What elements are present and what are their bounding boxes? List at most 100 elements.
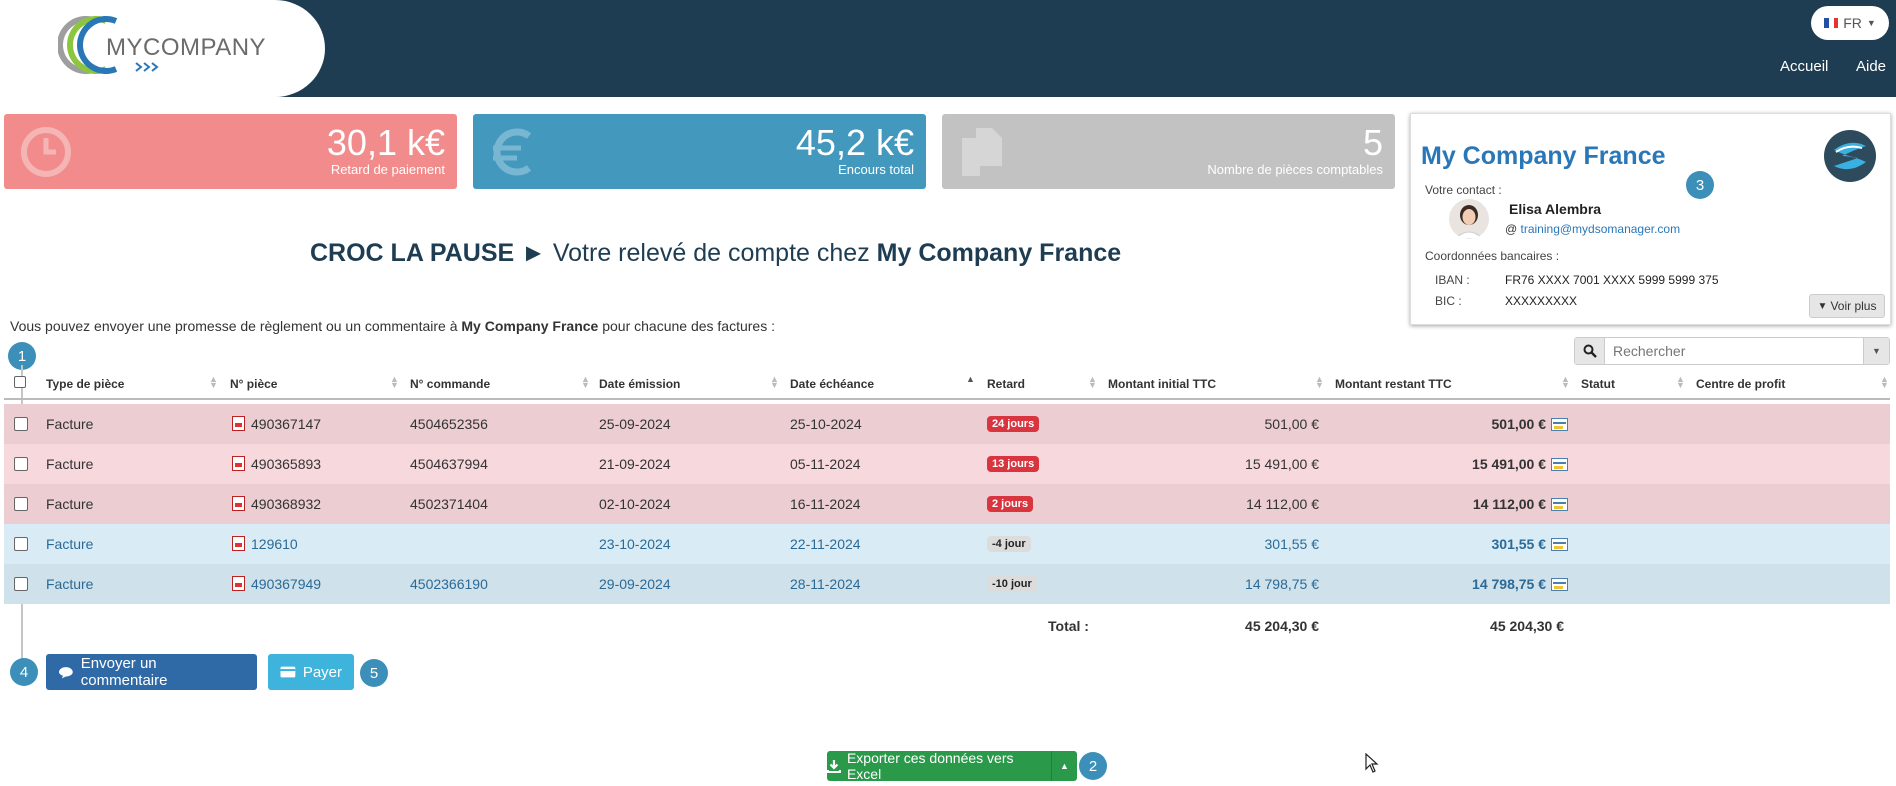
export-excel-button[interactable]: Exporter ces données vers Excel ▲ <box>827 750 1077 782</box>
sort-icon[interactable]: ▲ ▼ <box>770 375 779 390</box>
bic-value: XXXXXXXXX <box>1505 294 1578 308</box>
credit-card-icon[interactable] <box>1551 498 1568 511</box>
send-comment-label: Envoyer un commentaire <box>80 655 168 689</box>
piece-number[interactable]: 490365893 <box>251 456 321 472</box>
language-selector[interactable]: FR ▼ <box>1811 6 1889 40</box>
language-label: FR <box>1843 15 1862 31</box>
cell-piece[interactable]: 490368932 <box>232 496 321 512</box>
montant-restant: 14 112,00 € <box>1472 496 1546 512</box>
col-montant-initial[interactable]: Montant initial TTC <box>1108 377 1216 391</box>
col-date-emission[interactable]: Date émission <box>599 377 680 391</box>
nav-aide[interactable]: Aide <box>1856 58 1886 75</box>
cell-date-emission: 29-09-2024 <box>599 576 671 592</box>
cell-montant-initial: 14 112,00 € <box>1246 496 1319 512</box>
pdf-icon[interactable] <box>232 536 245 551</box>
cell-type: Facture <box>46 456 94 472</box>
cell-date-echeance: 16-11-2024 <box>790 496 861 512</box>
cell-piece[interactable]: 129610 <box>232 536 298 552</box>
row-checkbox[interactable] <box>14 417 28 431</box>
export-dropdown-caret-icon[interactable]: ▲ <box>1051 751 1077 781</box>
search-input[interactable] <box>1605 338 1863 364</box>
voir-plus-button[interactable]: ▼ Voir plus <box>1809 294 1885 318</box>
export-main[interactable]: Exporter ces données vers Excel <box>827 750 1051 782</box>
row-checkbox[interactable] <box>14 457 28 471</box>
sort-icon[interactable]: ▲ ▼ <box>581 375 590 390</box>
montant-restant: 301,55 € <box>1491 536 1547 552</box>
col-montant-restant[interactable]: Montant restant TTC <box>1335 377 1452 391</box>
logo-area[interactable]: MYCOMPANY <box>0 0 325 97</box>
company-name: My Company France <box>1421 142 1666 170</box>
pdf-icon[interactable] <box>232 576 245 591</box>
kpi-label: Nombre de pièces comptables <box>1207 162 1383 177</box>
row-checkbox[interactable] <box>14 577 28 591</box>
cell-piece[interactable]: 490367949 <box>232 576 321 592</box>
total-label: Total : <box>1048 618 1089 634</box>
credit-card-icon[interactable] <box>1551 538 1568 551</box>
credit-card-icon[interactable] <box>1551 458 1568 471</box>
sort-icon[interactable]: ▲ ▼ <box>209 375 218 390</box>
col-date-echeance[interactable]: Date échéance <box>790 377 874 391</box>
cell-date-echeance: 22-11-2024 <box>790 536 861 552</box>
credit-card-icon[interactable] <box>1551 418 1568 431</box>
cell-piece[interactable]: 490365893 <box>232 456 321 472</box>
kpi-value: 45,2 k€ <box>795 122 914 163</box>
documents-icon <box>962 128 1002 176</box>
table-row[interactable]: Facture 490367147 4504652356 25-09-2024 … <box>4 404 1890 444</box>
send-comment-button[interactable]: Envoyer un commentaire <box>46 654 257 690</box>
contact-email-text[interactable]: training@mydsomanager.com <box>1521 222 1681 236</box>
clock-icon <box>21 127 71 177</box>
nav-accueil[interactable]: Accueil <box>1780 58 1828 75</box>
sort-icon[interactable]: ▲ ▼ <box>390 375 399 390</box>
search-dropdown-icon[interactable]: ▼ <box>1863 338 1889 364</box>
cell-montant-restant: 14 112,00 € <box>1334 496 1568 512</box>
col-centre-profit[interactable]: Centre de profit <box>1696 377 1785 391</box>
cell-date-emission: 25-09-2024 <box>599 416 671 432</box>
piece-number[interactable]: 490368932 <box>251 496 321 512</box>
table-row[interactable]: Facture 490368932 4502371404 02-10-2024 … <box>4 484 1890 524</box>
pdf-icon[interactable] <box>232 496 245 511</box>
col-commande[interactable]: N° commande <box>410 377 490 391</box>
row-checkbox[interactable] <box>14 537 28 551</box>
pdf-icon[interactable] <box>232 456 245 471</box>
cell-commande: 4504652356 <box>410 416 488 432</box>
sort-icon[interactable]: ▲ ▼ <box>1676 375 1685 390</box>
credit-card-icon[interactable] <box>1551 578 1568 591</box>
sort-asc-icon[interactable]: ▲ <box>966 375 975 384</box>
piece-number[interactable]: 490367147 <box>251 416 321 432</box>
cell-date-echeance: 28-11-2024 <box>790 576 861 592</box>
pay-button[interactable]: Payer <box>268 654 354 690</box>
search-box[interactable]: ▼ <box>1574 337 1890 365</box>
table-row[interactable]: Facture 129610 23-10-2024 22-11-2024 -4 … <box>4 524 1890 564</box>
cell-date-emission: 21-09-2024 <box>599 456 671 472</box>
search-icon[interactable] <box>1575 338 1605 364</box>
contact-email[interactable]: @ training@mydsomanager.com <box>1505 222 1680 236</box>
sort-icon[interactable]: ▲ ▼ <box>1561 375 1570 390</box>
col-statut[interactable]: Statut <box>1581 377 1615 391</box>
kpi-value: 30,1 k€ <box>326 122 445 163</box>
pdf-icon[interactable] <box>232 416 245 431</box>
col-retard[interactable]: Retard <box>987 377 1025 391</box>
sort-icon[interactable]: ▲ ▼ <box>1088 375 1097 390</box>
sort-icon[interactable]: ▲ ▼ <box>1315 375 1324 390</box>
cell-montant-initial: 14 798,75 € <box>1245 576 1319 592</box>
select-all-checkbox[interactable] <box>14 376 26 388</box>
retard-badge: -4 jour <box>987 536 1031 552</box>
col-type[interactable]: Type de pièce <box>46 377 124 391</box>
piece-number[interactable]: 129610 <box>251 536 298 552</box>
arrow-icon: ► <box>521 239 546 267</box>
row-checkbox[interactable] <box>14 497 28 511</box>
kpi-label: Retard de paiement <box>330 162 445 177</box>
retard-badge: 24 jours <box>987 416 1040 432</box>
company-logo-icon <box>1824 130 1876 182</box>
table-row[interactable]: Facture 490367949 4502366190 29-09-2024 … <box>4 564 1890 604</box>
cell-date-emission: 23-10-2024 <box>599 536 671 552</box>
col-piece[interactable]: N° pièce <box>230 377 277 391</box>
cell-montant-initial: 501,00 € <box>1264 416 1320 432</box>
step-badge-2: 2 <box>1079 752 1107 780</box>
logo-text: MYCOMPANY <box>106 34 267 61</box>
cell-piece[interactable]: 490367147 <box>232 416 321 432</box>
euro-icon <box>493 128 532 176</box>
sort-icon[interactable]: ▲ ▼ <box>1880 375 1889 390</box>
piece-number[interactable]: 490367949 <box>251 576 321 592</box>
table-row[interactable]: Facture 490365893 4504637994 21-09-2024 … <box>4 444 1890 484</box>
